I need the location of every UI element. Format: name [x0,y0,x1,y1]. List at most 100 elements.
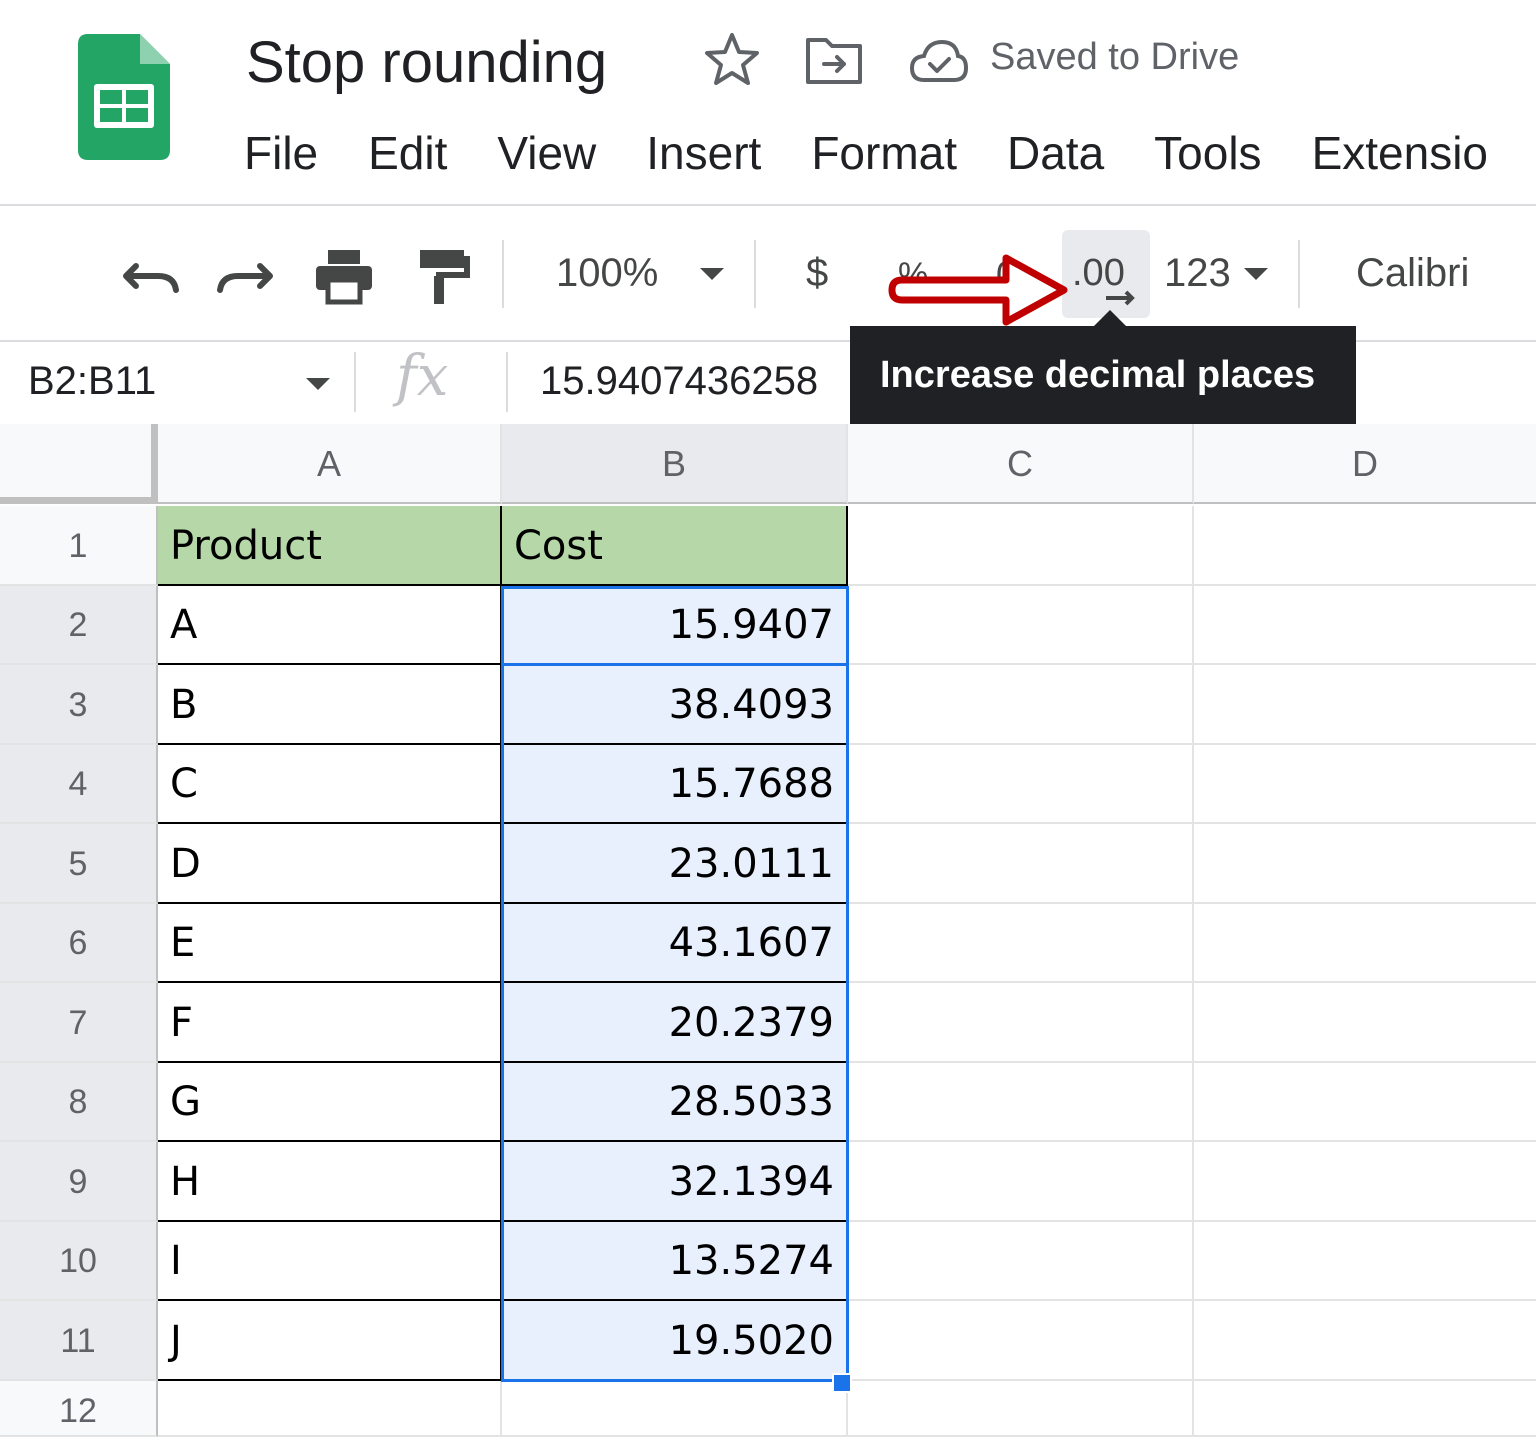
star-icon[interactable] [702,30,762,90]
menu-edit[interactable]: Edit [368,124,447,184]
cell-c1[interactable] [848,506,1194,586]
tooltip: Increase decimal places [850,326,1356,424]
cell-d12[interactable] [1194,1381,1536,1437]
row-header-8[interactable]: 8 [0,1063,158,1142]
cell-a4[interactable]: C [158,745,502,824]
undo-icon[interactable] [118,246,182,306]
cell-d8[interactable] [1194,1063,1536,1142]
row-header-11[interactable]: 11 [0,1301,158,1381]
redo-icon[interactable] [214,246,278,306]
zoom-dropdown-icon[interactable] [700,268,724,280]
cell-a6[interactable]: E [158,904,502,983]
document-title[interactable]: Stop rounding [246,28,607,98]
cell-c9[interactable] [848,1142,1194,1222]
cell-a5[interactable]: D [158,824,502,904]
column-header-c[interactable]: C [848,424,1194,504]
cell-b2[interactable]: 15.9407 [502,586,848,665]
row-header-1[interactable]: 1 [0,506,158,586]
cell-b12[interactable] [502,1381,848,1437]
cell-d11[interactable] [1194,1301,1536,1381]
move-to-folder-icon[interactable] [804,32,864,88]
cell-b4[interactable]: 15.7688 [502,745,848,824]
fill-handle[interactable] [832,1373,852,1393]
formula-input[interactable]: 15.9407436258 [540,356,818,406]
menu-file[interactable]: File [244,124,318,184]
cell-d2[interactable] [1194,586,1536,665]
cell-a7[interactable]: F [158,983,502,1063]
menu-extensions[interactable]: Extensio [1312,124,1488,184]
menu-data[interactable]: Data [1007,124,1104,184]
cell-b5[interactable]: 23.0111 [502,824,848,904]
cell-c12[interactable] [848,1381,1194,1437]
cell-b9[interactable]: 32.1394 [502,1142,848,1222]
zoom-select[interactable]: 100% [556,248,658,298]
column-header-d[interactable]: D [1194,424,1536,504]
menu-tools[interactable]: Tools [1154,124,1261,184]
font-select[interactable]: Calibri [1356,248,1469,298]
spreadsheet-grid: A B C D 1ProductCost2A15.94073B38.40934C… [0,424,1536,1437]
cell-b7[interactable]: 20.2379 [502,983,848,1063]
cell-a10[interactable]: I [158,1222,502,1301]
cell-c2[interactable] [848,586,1194,665]
cell-a1[interactable]: Product [158,506,502,586]
cell-c10[interactable] [848,1222,1194,1301]
cell-a8[interactable]: G [158,1063,502,1142]
name-box[interactable]: B2:B11 [28,356,156,406]
cell-b6[interactable]: 43.1607 [502,904,848,983]
menu-format[interactable]: Format [811,124,957,184]
select-all-corner[interactable] [0,424,158,504]
menu-bar: File Edit View Insert Format Data Tools … [244,124,1536,184]
column-header-b[interactable]: B [502,424,848,504]
row-header-3[interactable]: 3 [0,665,158,745]
cell-d1[interactable] [1194,506,1536,586]
cell-d10[interactable] [1194,1222,1536,1301]
number-format-select[interactable]: 123 [1164,248,1231,298]
cloud-saved-icon[interactable] [908,36,970,86]
print-icon[interactable] [312,246,376,306]
row-header-4[interactable]: 4 [0,745,158,824]
formula-separator [354,352,356,412]
cell-b3[interactable]: 38.4093 [502,665,848,745]
sheets-logo-icon[interactable] [78,34,170,160]
row-header-5[interactable]: 5 [0,824,158,904]
row-header-2[interactable]: 2 [0,586,158,665]
cell-c6[interactable] [848,904,1194,983]
cell-a12[interactable] [158,1381,502,1437]
cell-b8[interactable]: 28.5033 [502,1063,848,1142]
cell-d6[interactable] [1194,904,1536,983]
cell-d7[interactable] [1194,983,1536,1063]
cell-a2[interactable]: A [158,586,502,665]
cell-c7[interactable] [848,983,1194,1063]
cell-d4[interactable] [1194,745,1536,824]
name-box-dropdown-icon[interactable] [306,378,330,390]
currency-format-button[interactable]: $ [806,248,828,298]
cell-a3[interactable]: B [158,665,502,745]
annotation-arrow-icon [888,252,1072,328]
cell-c4[interactable] [848,745,1194,824]
cell-d3[interactable] [1194,665,1536,745]
cell-a11[interactable]: J [158,1301,502,1381]
cell-d5[interactable] [1194,824,1536,904]
fx-icon: fx [396,342,448,412]
cell-b11[interactable]: 19.5020 [502,1301,848,1381]
cell-c11[interactable] [848,1301,1194,1381]
column-header-a[interactable]: A [158,424,502,504]
cell-b10[interactable]: 13.5274 [502,1222,848,1301]
number-format-dropdown-icon[interactable] [1244,268,1268,280]
cell-c5[interactable] [848,824,1194,904]
row-header-6[interactable]: 6 [0,904,158,983]
paint-format-icon[interactable] [410,246,474,306]
row-header-10[interactable]: 10 [0,1222,158,1301]
cell-a9[interactable]: H [158,1142,502,1222]
cell-d9[interactable] [1194,1142,1536,1222]
cell-c3[interactable] [848,665,1194,745]
increase-decimal-arrow-icon [1104,288,1138,308]
row-header-12[interactable]: 12 [0,1381,158,1437]
row-header-7[interactable]: 7 [0,983,158,1063]
toolbar-separator [502,240,504,308]
cell-b1[interactable]: Cost [502,506,848,586]
cell-c8[interactable] [848,1063,1194,1142]
menu-view[interactable]: View [497,124,596,184]
row-header-9[interactable]: 9 [0,1142,158,1222]
menu-insert[interactable]: Insert [646,124,761,184]
